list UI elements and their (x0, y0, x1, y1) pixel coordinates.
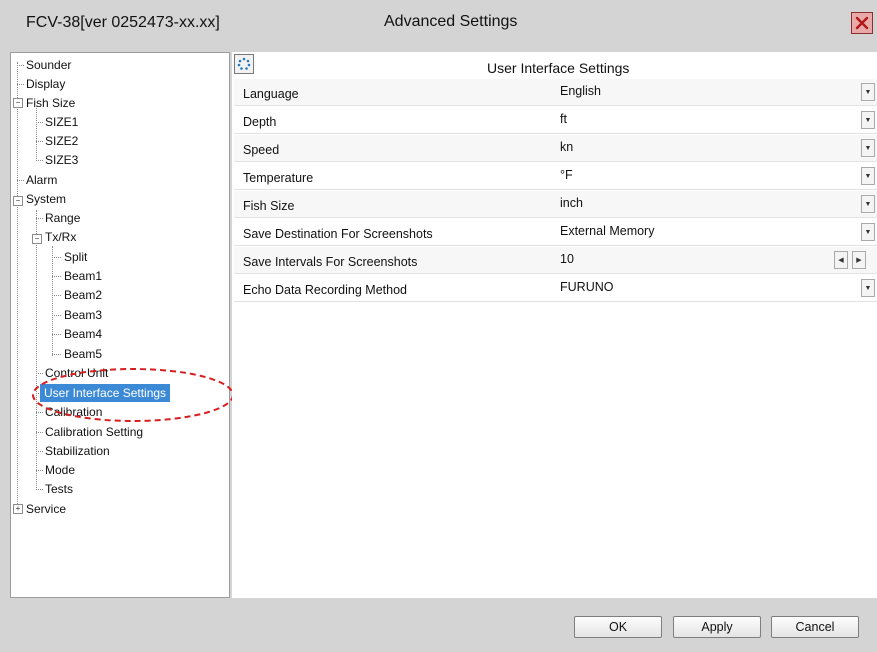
setting-value[interactable]: External Memory (560, 224, 654, 238)
setting-value[interactable]: °F (560, 168, 573, 182)
tree-item-sounder[interactable]: Sounder (23, 56, 74, 74)
tree-item-alarm[interactable]: Alarm (23, 171, 60, 189)
setting-row-fish-size: Fish Size inch ▼ (234, 191, 877, 218)
advanced-settings-window: FCV-38[ver 0252473-xx.xx] Advanced Setti… (0, 0, 877, 652)
dropdown-arrow-icon[interactable]: ▼ (861, 139, 875, 157)
collapse-icon[interactable]: − (13, 98, 23, 108)
settings-panel: User Interface Settings Language English… (232, 52, 877, 598)
dropdown-arrow-icon[interactable]: ▼ (861, 167, 875, 185)
tree-item-label: Tests (45, 482, 74, 496)
title-bar: FCV-38[ver 0252473-xx.xx] Advanced Setti… (0, 0, 877, 44)
tree-guide-line (36, 106, 37, 161)
tree-item-beam2[interactable]: Beam2 (61, 286, 105, 304)
setting-value[interactable]: English (560, 84, 601, 98)
tree-item-label: Split (64, 250, 88, 264)
tree-guide-line (52, 246, 53, 356)
tree-item-service[interactable]: Service (23, 500, 69, 518)
panel-header: User Interface Settings (232, 52, 877, 78)
tree-item-label: Alarm (26, 173, 58, 187)
close-button[interactable] (851, 12, 873, 34)
tree-guide-line (36, 210, 37, 490)
setting-row-depth: Depth ft ▼ (234, 107, 877, 134)
tree-item-label: Beam1 (64, 269, 103, 283)
tree-item-label: SIZE2 (45, 134, 79, 148)
app-title: FCV-38[ver 0252473-xx.xx] (26, 14, 220, 31)
tree-item-label: Tx/Rx (45, 230, 77, 244)
tree-item-label: Beam3 (64, 308, 103, 322)
refresh-button[interactable] (234, 54, 254, 74)
setting-value[interactable]: FURUNO (560, 280, 613, 294)
tree-guide-line (17, 62, 18, 510)
tree-item-label: Display (26, 77, 66, 91)
setting-value[interactable]: inch (560, 196, 583, 210)
setting-value[interactable]: kn (560, 140, 573, 154)
tree-item-size3[interactable]: SIZE3 (42, 151, 81, 169)
tree-item-label: Beam4 (64, 327, 103, 341)
setting-row-echo-data-recording: Echo Data Recording Method FURUNO ▼ (234, 275, 877, 302)
tree-item-beam5[interactable]: Beam5 (61, 345, 105, 363)
tree-item-label: Fish Size (26, 96, 76, 110)
tree-item-label: Service (26, 502, 67, 516)
tree-item-label: Calibration Setting (45, 425, 144, 439)
tree-item-range[interactable]: Range (42, 209, 83, 227)
apply-button[interactable]: Apply (673, 616, 761, 638)
tree-item-system[interactable]: System (23, 190, 69, 208)
tree-item-label: SIZE1 (45, 115, 79, 129)
tree-item-label: Beam5 (64, 347, 103, 361)
tree-item-label: Mode (45, 463, 76, 477)
collapse-icon[interactable]: − (13, 196, 23, 206)
close-icon (855, 16, 869, 30)
tree-item-beam3[interactable]: Beam3 (61, 306, 105, 324)
tree-item-label: Sounder (26, 58, 72, 72)
tree-item-label: Beam2 (64, 288, 103, 302)
tree-item-stabilization[interactable]: Stabilization (42, 442, 113, 460)
tree-item-size1[interactable]: SIZE1 (42, 113, 81, 131)
tree-item-label: SIZE3 (45, 153, 79, 167)
dialog-title: Advanced Settings (384, 13, 518, 30)
dropdown-arrow-icon[interactable]: ▼ (861, 195, 875, 213)
collapse-icon[interactable]: − (32, 234, 42, 244)
tree-item-label: Range (45, 211, 81, 225)
tree-item-label: System (26, 192, 67, 206)
dropdown-arrow-icon[interactable]: ▼ (861, 279, 875, 297)
cancel-button[interactable]: Cancel (771, 616, 859, 638)
dropdown-arrow-icon[interactable]: ▼ (861, 111, 875, 129)
tree-item-tx-rx[interactable]: Tx/Rx (42, 228, 79, 246)
ok-button[interactable]: OK (574, 616, 662, 638)
setting-value[interactable]: 10 (560, 252, 574, 266)
setting-name: Depth (243, 115, 277, 129)
setting-row-save-destination: Save Destination For Screenshots Externa… (234, 219, 877, 246)
setting-row-language: Language English ▼ (234, 79, 877, 106)
tree-item-calibration-setting[interactable]: Calibration Setting (42, 423, 146, 441)
expand-icon[interactable]: + (13, 504, 23, 514)
increment-arrow-icon[interactable]: ▶ (852, 251, 866, 269)
tree-item-mode[interactable]: Mode (42, 461, 78, 479)
settings-tree: − − − + Sounder Display Fish Size SIZE1 … (10, 52, 230, 598)
setting-name: Temperature (243, 171, 314, 185)
setting-row-temperature: Temperature °F ▼ (234, 163, 877, 190)
setting-value[interactable]: ft (560, 112, 567, 126)
tree-item-beam1[interactable]: Beam1 (61, 267, 105, 285)
tree-item-display[interactable]: Display (23, 75, 68, 93)
highlight-annotation (32, 368, 234, 422)
tree-item-beam4[interactable]: Beam4 (61, 325, 105, 343)
tree-item-split[interactable]: Split (61, 248, 90, 266)
setting-name: Speed (243, 143, 280, 157)
refresh-icon (237, 57, 251, 70)
setting-row-speed: Speed kn ▼ (234, 135, 877, 162)
dropdown-arrow-icon[interactable]: ▼ (861, 83, 875, 101)
setting-name: Fish Size (243, 199, 295, 213)
tree-item-fish-size[interactable]: Fish Size (23, 94, 78, 112)
setting-name: Language (243, 87, 299, 101)
tree-item-size2[interactable]: SIZE2 (42, 132, 81, 150)
decrement-arrow-icon[interactable]: ◀ (834, 251, 848, 269)
setting-row-save-intervals: Save Intervals For Screenshots 10 ◀ ▶ (234, 247, 877, 274)
tree-item-tests[interactable]: Tests (42, 480, 76, 498)
tree-item-label: Stabilization (45, 444, 110, 458)
setting-name: Save Destination For Screenshots (243, 227, 433, 241)
panel-title: User Interface Settings (487, 60, 630, 76)
setting-name: Save Intervals For Screenshots (243, 255, 418, 269)
setting-name: Echo Data Recording Method (243, 283, 407, 297)
dropdown-arrow-icon[interactable]: ▼ (861, 223, 875, 241)
